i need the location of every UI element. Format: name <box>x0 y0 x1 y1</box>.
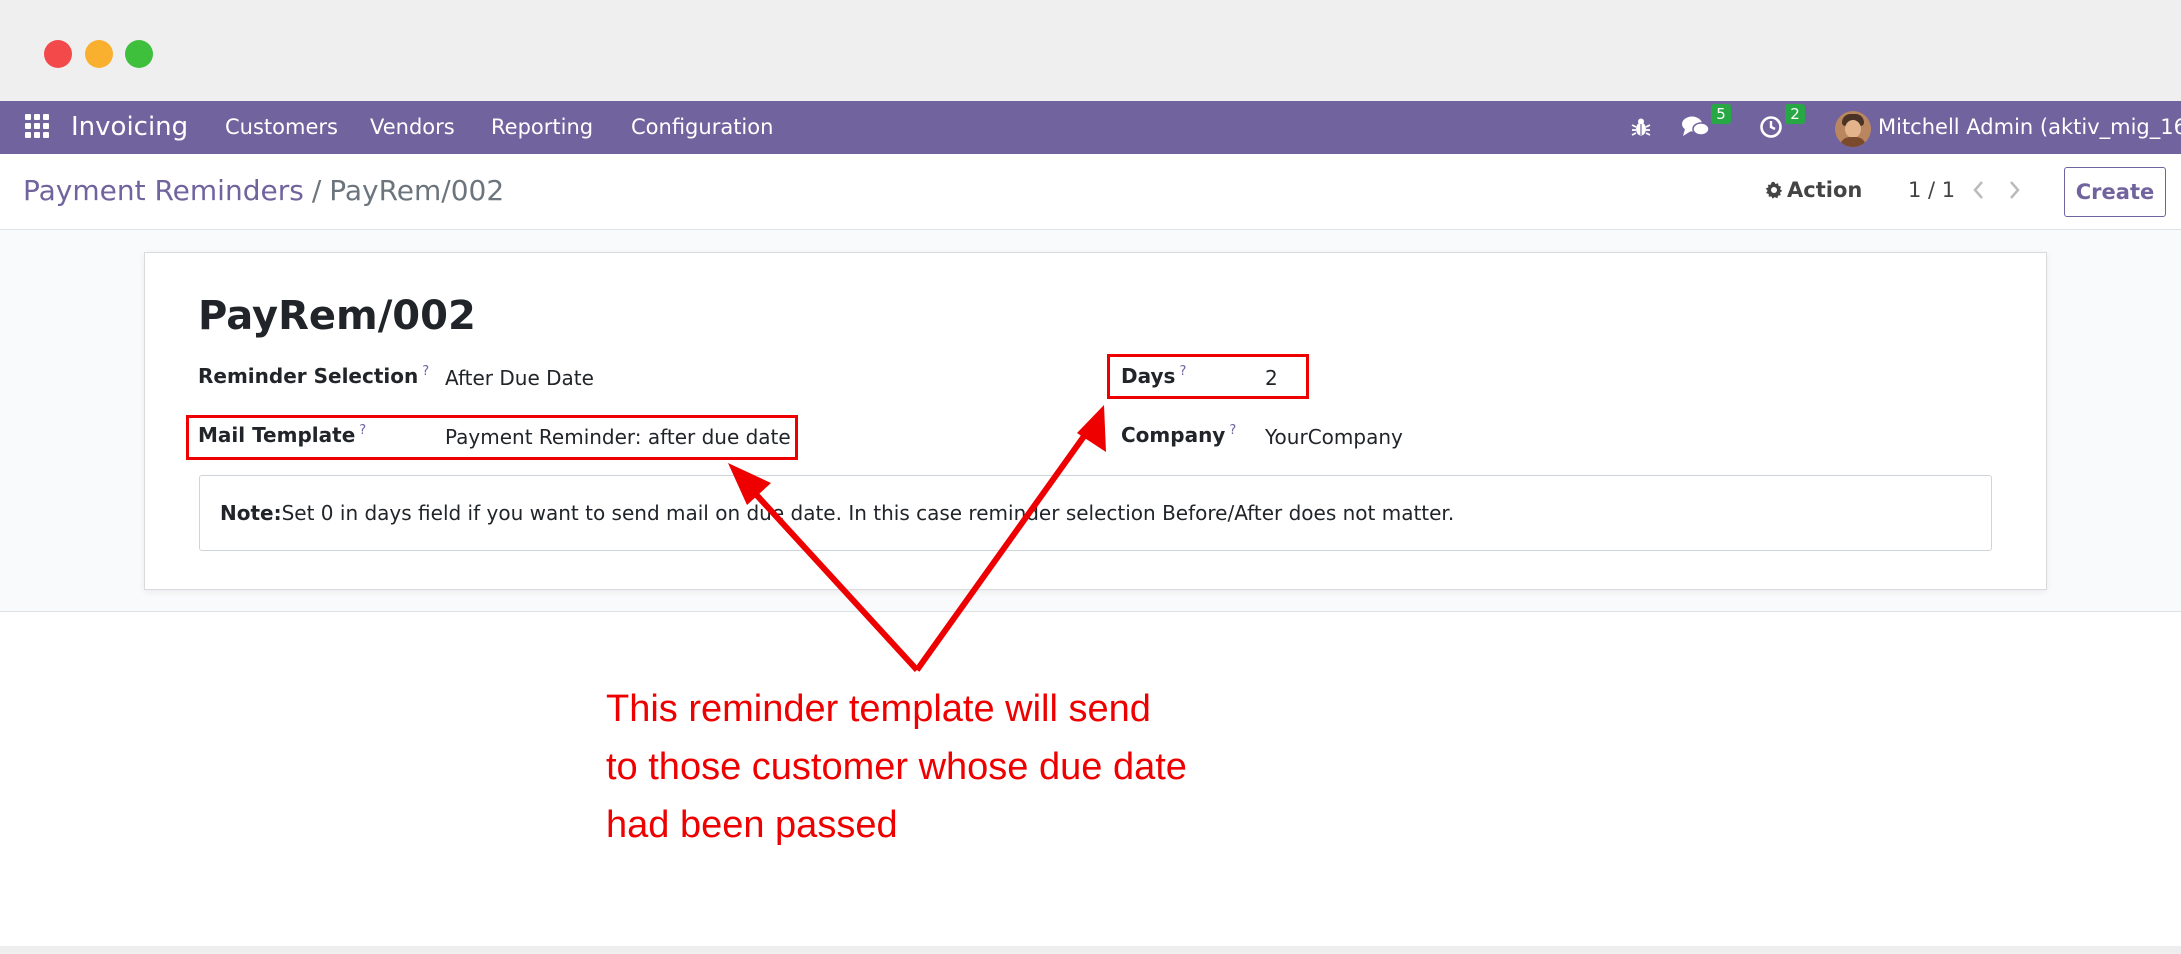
menu-vendors[interactable]: Vendors <box>370 101 455 154</box>
company-field[interactable]: YourCompany <box>1265 425 1403 449</box>
user-avatar[interactable] <box>1835 111 1871 147</box>
top-navbar: Invoicing Customers Vendors Reporting Co… <box>0 101 2181 154</box>
control-panel: Payment Reminders / PayRem/002 Action 1 / … <box>0 154 2181 230</box>
gear-icon <box>1765 181 1783 199</box>
debug-bug-icon[interactable] <box>1629 115 1653 139</box>
bottom-bar <box>0 946 2181 954</box>
activities-clock-icon[interactable] <box>1759 115 1783 139</box>
company-label: Company? <box>1121 423 1237 447</box>
activities-badge: 2 <box>1785 104 1805 124</box>
action-button[interactable]: Action <box>1765 178 1862 202</box>
menu-customers[interactable]: Customers <box>225 101 338 154</box>
minimize-window-button[interactable] <box>85 40 113 68</box>
reminder-selection-label: Reminder Selection? <box>198 364 430 388</box>
menu-configuration[interactable]: Configuration <box>631 101 773 154</box>
breadcrumb: Payment Reminders / PayRem/002 <box>23 174 504 207</box>
pager-value[interactable]: 1 / 1 <box>1908 178 1955 202</box>
annotation-text: This reminder template will send to thos… <box>606 680 1187 854</box>
record-title: PayRem/002 <box>198 293 476 339</box>
app-name[interactable]: Invoicing <box>71 101 188 154</box>
pager-next-icon[interactable] <box>2007 180 2021 200</box>
annotation-line-3: had been passed <box>606 804 898 846</box>
note-box: Note:Set 0 in days field if you want to … <box>199 475 1992 551</box>
maximize-window-button[interactable] <box>125 40 153 68</box>
breadcrumb-current: PayRem/002 <box>329 174 505 207</box>
menu-reporting[interactable]: Reporting <box>491 101 593 154</box>
close-window-button[interactable] <box>44 40 72 68</box>
note-bold-label: Note: <box>220 501 282 525</box>
create-button[interactable]: Create <box>2064 167 2166 217</box>
action-label: Action <box>1787 178 1863 202</box>
pager-previous-icon[interactable] <box>1972 180 1986 200</box>
breadcrumb-payment-reminders[interactable]: Payment Reminders <box>23 174 304 207</box>
help-tooltip-icon[interactable]: ? <box>1229 423 1236 438</box>
messages-badge: 5 <box>1711 104 1731 124</box>
messages-chat-icon[interactable] <box>1681 114 1711 140</box>
breadcrumb-separator: / <box>311 174 322 207</box>
apps-grid-icon[interactable] <box>25 114 49 138</box>
user-menu[interactable]: Mitchell Admin (aktiv_mig_16) <box>1878 101 2181 154</box>
note-text: Set 0 in days field if you want to send … <box>281 501 1455 525</box>
annotation-line-1: This reminder template will send <box>606 688 1151 730</box>
days-highlight-box <box>1107 354 1309 399</box>
annotation-line-2: to those customer whose due date <box>606 746 1187 788</box>
window-chrome <box>0 0 2181 101</box>
help-tooltip-icon[interactable]: ? <box>422 364 429 379</box>
mail-template-highlight-box <box>186 415 798 460</box>
reminder-selection-field[interactable]: After Due Date <box>445 366 594 390</box>
